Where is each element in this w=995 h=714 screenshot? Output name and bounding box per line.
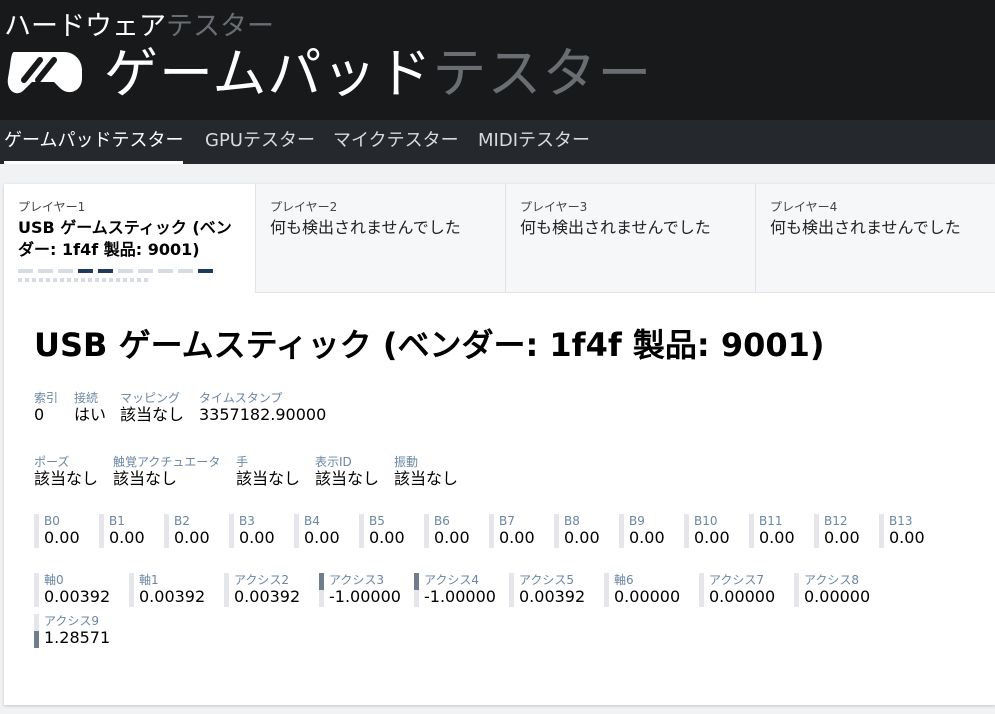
tab-player-status: 何も検出されませんでした (770, 218, 961, 237)
button-indicator (98, 269, 113, 273)
info-vibration: 振動 該当なし (394, 455, 459, 488)
axis-level-bar (34, 631, 39, 648)
app-header: ハードウェアテスター ゲームパッドテスター (0, 0, 995, 120)
nav-gamepad-tester[interactable]: ゲームパッドテスター (4, 120, 184, 164)
info-timestamp: タイムスタンプ 3357182.90000 (199, 391, 327, 424)
axis-cell-2: アクシス2 0.00392 (224, 573, 300, 607)
hardware-tester-brand[interactable]: ハードウェアテスター (4, 10, 274, 44)
button-indicator (18, 269, 33, 273)
button-indicator (118, 269, 133, 273)
button-cell-b4: B4 0.00 (294, 514, 340, 548)
info-mapping: マッピング 該当なし (120, 391, 185, 424)
info-connected: 接続 はい (74, 391, 107, 424)
axis-cell-3: アクシス3 -1.00000 (319, 573, 401, 607)
axis-indicator-strip (18, 278, 241, 282)
axis-cell-9: アクシス9 1.28571 (34, 614, 110, 648)
gamepad-tester-title: ゲームパッドテスター (104, 40, 652, 108)
button-indicator (58, 269, 73, 273)
tab-player-1[interactable]: プレイヤー1 USB ゲームスティック (ベンダー: 1f4f 製品: 9001… (4, 184, 255, 293)
button-cell-b12: B12 0.00 (814, 514, 860, 548)
button-indicator-strip (18, 269, 241, 273)
button-cell-b1: B1 0.00 (99, 514, 145, 548)
button-cell-b10: B10 0.00 (684, 514, 730, 548)
tab-player-status: 何も検出されませんでした (520, 218, 711, 237)
nav-midi-tester[interactable]: MIDIテスター (478, 120, 590, 164)
gamepad-panel: プレイヤー1 USB ゲームスティック (ベンダー: 1f4f 製品: 9001… (4, 184, 995, 705)
nav-gpu-tester[interactable]: GPUテスター (205, 120, 315, 164)
axis-cell-8: アクシス8 0.00000 (794, 573, 870, 607)
device-title: USB ゲームスティック (ベンダー: 1f4f 製品: 9001) (34, 326, 825, 364)
nav-mic-tester[interactable]: マイクテスター (333, 120, 459, 164)
info-display-id: 表示ID 該当なし (315, 455, 380, 488)
axis-cell-0: 軸0 0.00392 (34, 573, 110, 607)
info-hand: 手該当なし (236, 455, 301, 488)
gamepad-icon (7, 52, 82, 94)
axis-cell-7: アクシス7 0.00000 (699, 573, 775, 607)
tab-player-label: プレイヤー4 (770, 200, 838, 214)
button-indicator (178, 269, 193, 273)
tab-player-label: プレイヤー1 (18, 200, 86, 214)
button-cell-b11: B11 0.00 (749, 514, 795, 548)
axis-cell-6: 軸6 0.00000 (604, 573, 680, 607)
button-indicator (38, 269, 53, 273)
tab-player-label: プレイヤー2 (270, 200, 338, 214)
axis-level-bar (319, 573, 324, 590)
brand-big-text-a: ゲームパッド (104, 42, 433, 105)
button-indicator (138, 269, 153, 273)
button-indicator (78, 269, 93, 273)
axis-cell-4: アクシス4 -1.00000 (414, 573, 496, 607)
button-cell-b0: B0 0.00 (34, 514, 80, 548)
tab-player-status: USB ゲームスティック (ベンダー: 1f4f 製品: 9001) (18, 218, 232, 259)
button-cell-b8: B8 0.00 (554, 514, 600, 548)
axis-cell-1: 軸1 0.00392 (129, 573, 205, 607)
info-pose: ポーズ 該当なし (34, 455, 99, 488)
tab-player-status: 何も検出されませんでした (270, 218, 461, 237)
tab-player-4[interactable]: プレイヤー4 何も検出されませんでした (755, 184, 995, 293)
button-cell-b6: B6 0.00 (424, 514, 470, 548)
button-cell-b2: B2 0.00 (164, 514, 210, 548)
button-cell-b5: B5 0.00 (359, 514, 405, 548)
brand-small-text-a: ハードウェア (4, 11, 166, 42)
button-indicator (198, 269, 213, 273)
button-indicator (158, 269, 173, 273)
brand-big-text-b: テスター (432, 42, 653, 105)
button-cell-b3: B3 0.00 (229, 514, 275, 548)
tab-player-2[interactable]: プレイヤー2 何も検出されませんでした (255, 184, 505, 293)
axis-level-bar (414, 573, 419, 590)
button-cell-b7: B7 0.00 (489, 514, 535, 548)
info-index: 索引 0 (34, 391, 59, 424)
button-cell-b9: B9 0.00 (619, 514, 665, 548)
button-cell-b13: B13 0.00 (879, 514, 925, 548)
tab-player-label: プレイヤー3 (520, 200, 588, 214)
brand-small-text-b: テスター (166, 11, 274, 42)
info-haptic-actuators: 触覚アクチュエータ 該当なし (113, 455, 221, 488)
tab-player-3[interactable]: プレイヤー3 何も検出されませんでした (505, 184, 755, 293)
axis-cell-5: アクシス5 0.00392 (509, 573, 585, 607)
main-nav: ゲームパッドテスター GPUテスター マイクテスター MIDIテスター (0, 120, 995, 164)
